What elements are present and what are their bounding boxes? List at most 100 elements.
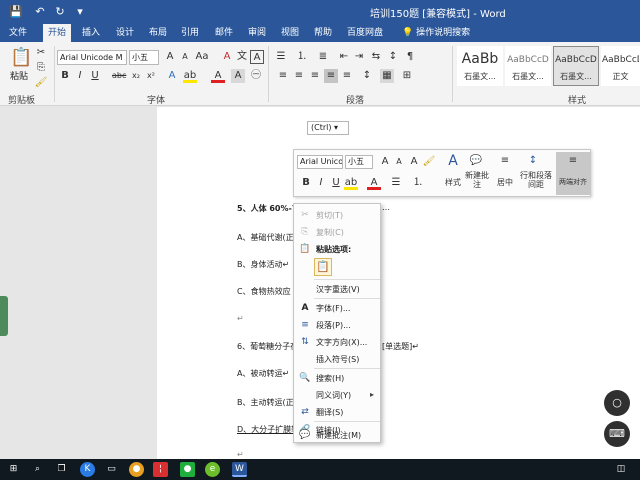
style-gallery-item[interactable]: AaBbCcD 正文 xyxy=(601,46,640,86)
notification-icon[interactable]: ◫ xyxy=(612,462,630,477)
app-icon-blue[interactable]: K xyxy=(80,462,95,477)
grow-font-icon[interactable]: A xyxy=(163,50,177,64)
paste-icon[interactable]: 📋 xyxy=(10,46,32,70)
style-gallery-item[interactable]: AaBb 石墨文... xyxy=(457,46,503,86)
bullets-icon[interactable]: ☰ xyxy=(274,50,288,64)
style-gallery-item[interactable]: AaBbCcD 石墨文... xyxy=(505,46,551,86)
line-spacing-icon[interactable]: ↕ xyxy=(360,69,374,83)
tab-help[interactable]: 帮助 xyxy=(309,24,337,42)
menu-item-reconvert[interactable]: 汉字重选(V) xyxy=(294,281,380,297)
taskbar-search-icon[interactable]: ⌕ xyxy=(30,462,45,477)
align-center-icon[interactable]: ≡ xyxy=(292,69,306,83)
italic-icon[interactable]: I xyxy=(73,69,87,83)
menu-item-search[interactable]: 🔍 搜索(H) xyxy=(294,370,380,386)
superscript-icon[interactable]: x² xyxy=(144,69,158,83)
sort-icon[interactable]: ↕ xyxy=(386,50,400,64)
paste-options-button[interactable]: (Ctrl) ▾ xyxy=(307,121,349,135)
mini-font-name-combo[interactable]: Arial Unico xyxy=(297,155,343,169)
doc-line-q6[interactable]: 6、葡萄糖分子在 xyxy=(237,341,298,352)
tell-me-box[interactable]: 💡 操作说明搜索 xyxy=(397,24,475,42)
doc-line-q6-d[interactable]: D、大分子扩膜转 xyxy=(237,424,299,435)
redo-icon[interactable]: ↻ xyxy=(52,4,68,20)
tab-review[interactable]: 审阅 xyxy=(243,24,271,42)
tab-home[interactable]: 开始 xyxy=(43,24,72,42)
menu-item-cut[interactable]: ✂ 剪切(T) xyxy=(294,207,380,223)
file-explorer-icon[interactable]: ▭ xyxy=(104,462,119,477)
font-name-combo[interactable]: Arial Unicode M xyxy=(57,50,127,65)
tab-layout[interactable]: 布局 xyxy=(144,24,172,42)
menu-item-new-comment[interactable]: 💬 新建批注(M) xyxy=(294,427,380,443)
highlight-color-icon[interactable]: ab xyxy=(183,69,197,83)
style-gallery-item-selected[interactable]: AaBbCcD 石墨文... xyxy=(553,46,599,86)
menu-item-translate[interactable]: ⇄ 翻译(S) xyxy=(294,404,380,420)
tab-mailings[interactable]: 邮件 xyxy=(210,24,238,42)
wechat-icon[interactable]: ● xyxy=(180,462,195,477)
tab-design[interactable]: 设计 xyxy=(111,24,139,42)
bold-icon[interactable]: B xyxy=(58,69,72,83)
show-marks-icon[interactable]: ¶ xyxy=(403,50,417,64)
chinese-layout-icon[interactable]: ⇆ xyxy=(369,50,383,64)
undo-icon[interactable]: ↶ xyxy=(32,4,48,20)
character-border-icon[interactable]: A xyxy=(250,50,264,64)
font-size-combo[interactable]: 小五 xyxy=(129,50,159,65)
doc-line-q5-c[interactable]: C、食物热效应 D xyxy=(237,286,299,297)
mini-numbering-icon[interactable]: ⒈ xyxy=(411,176,425,190)
mini-center-icon[interactable]: ≡ xyxy=(498,154,512,168)
format-painter-icon[interactable]: 🖌 xyxy=(34,76,48,90)
mini-format-painter-icon[interactable]: 🖌 xyxy=(422,155,436,169)
clear-formatting-icon[interactable]: A xyxy=(220,50,234,64)
mini-shrink-font-icon[interactable]: A xyxy=(392,155,406,169)
tab-file[interactable]: 文件 xyxy=(4,24,32,42)
font-color-icon[interactable]: A xyxy=(211,69,225,83)
mini-justify-button[interactable]: ≡ 两端对齐 xyxy=(556,152,590,195)
menu-item-font[interactable]: A 字体(F)... xyxy=(294,300,380,316)
app-icon-green[interactable]: e xyxy=(205,462,220,477)
floating-record-button[interactable]: ○ xyxy=(604,390,630,416)
mini-line-spacing-icon[interactable]: ↕ xyxy=(526,154,540,168)
paste-keep-text-only-icon[interactable]: 📋 xyxy=(314,258,332,276)
cut-icon[interactable]: ✂ xyxy=(34,46,48,60)
floating-keyboard-button[interactable]: ⌨ xyxy=(604,421,630,447)
mini-bold-icon[interactable]: B xyxy=(299,176,313,190)
mini-bullets-icon[interactable]: ☰ xyxy=(389,176,403,190)
menu-item-copy[interactable]: ⎘ 复制(C) xyxy=(294,224,380,240)
change-case-icon[interactable]: Aa xyxy=(195,50,209,64)
enclose-characters-icon[interactable]: ㊀ xyxy=(249,69,263,83)
strikethrough-icon[interactable]: abc xyxy=(112,69,126,83)
align-left-icon[interactable]: ≡ xyxy=(276,69,290,83)
phonetic-guide-icon[interactable]: 文 xyxy=(235,50,249,64)
doc-line-q5-b[interactable]: B、身体活动↵ xyxy=(237,259,289,270)
mini-center-label[interactable]: 居中 xyxy=(492,177,518,188)
mini-italic-icon[interactable]: I xyxy=(314,176,328,190)
shrink-font-icon[interactable]: A xyxy=(178,50,192,64)
menu-item-text-direction[interactable]: ⇅ 文字方向(X)... xyxy=(294,334,380,350)
menu-item-paragraph[interactable]: ≡ 段落(P)... xyxy=(294,317,380,333)
windows-start-icon[interactable]: ⊞ xyxy=(6,462,21,477)
mini-font-size-combo[interactable]: 小五 xyxy=(345,155,373,169)
tab-view[interactable]: 视图 xyxy=(276,24,304,42)
shading-icon[interactable]: ▦ xyxy=(380,69,394,83)
doc-line-q6-b[interactable]: B、主动转运(正 xyxy=(237,397,294,408)
mini-styles-gallery-icon[interactable]: A xyxy=(444,154,462,172)
doc-line-q6-a[interactable]: A、被动转运↵ xyxy=(237,368,289,379)
mini-font-color-icon[interactable]: A xyxy=(367,176,381,190)
menu-item-insert-symbol[interactable]: 插入符号(S) xyxy=(294,351,380,367)
doc-line-q5-a[interactable]: A、基础代谢(正 xyxy=(237,232,294,243)
subscript-icon[interactable]: x₂ xyxy=(129,69,143,83)
borders-icon[interactable]: ⊞ xyxy=(400,69,414,83)
character-shading-icon[interactable]: A xyxy=(231,69,245,83)
mini-line-spacing-label[interactable]: 行和段落间距 xyxy=(517,171,555,189)
justify-icon[interactable]: ≡ xyxy=(324,69,338,83)
tab-baidu-netdisk[interactable]: 百度网盘 xyxy=(342,24,388,42)
menu-item-synonyms[interactable]: 同义词(Y) ▸ xyxy=(294,387,380,403)
mini-highlight-icon[interactable]: ab xyxy=(344,176,358,190)
paste-label[interactable]: 粘贴 xyxy=(10,69,28,82)
increase-indent-icon[interactable]: ⇥ xyxy=(352,50,366,64)
save-icon[interactable]: 💾 xyxy=(8,4,24,20)
align-right-icon[interactable]: ≡ xyxy=(308,69,322,83)
decrease-indent-icon[interactable]: ⇤ xyxy=(337,50,351,64)
copy-icon[interactable]: ⎘ xyxy=(34,61,48,75)
mini-grow-font-icon[interactable]: A xyxy=(378,155,392,169)
task-view-icon[interactable]: ❐ xyxy=(54,462,69,477)
tab-references[interactable]: 引用 xyxy=(176,24,204,42)
